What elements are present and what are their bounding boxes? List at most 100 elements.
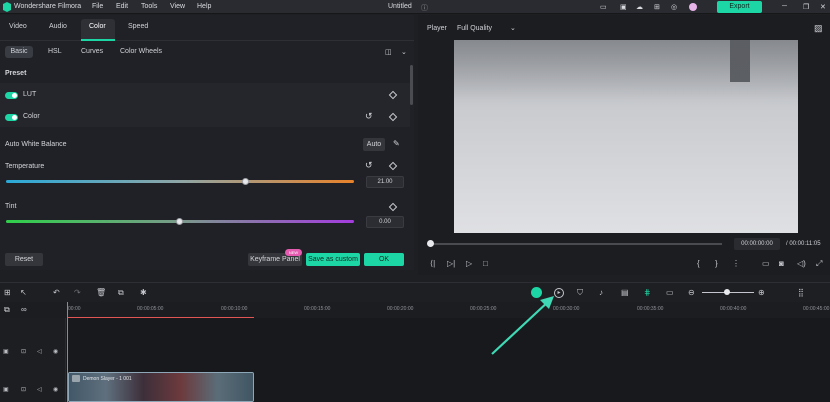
player-scrub-knob[interactable] (427, 240, 434, 247)
tick-label: 00:00:20:00 (387, 306, 414, 312)
lut-toggle[interactable] (5, 92, 18, 99)
auto-white-balance-button[interactable]: Auto (363, 138, 385, 151)
save-as-custom-button[interactable]: Save as custom (306, 253, 360, 266)
monitor-icon[interactable]: ▭ (600, 3, 607, 11)
mark-out-icon[interactable]: } (715, 259, 718, 268)
tint-keyframe-icon[interactable] (388, 202, 398, 212)
add-track-icon[interactable]: ⧉ (4, 305, 10, 315)
stop-icon[interactable]: □ (483, 259, 488, 268)
mark-in-icon[interactable]: { (697, 259, 700, 268)
eyedropper-icon[interactable]: ✎ (393, 139, 400, 148)
camera-icon[interactable]: ◙ (779, 259, 784, 268)
video-preview (454, 40, 798, 233)
save-icon[interactable]: ▣ (620, 3, 627, 11)
track1-type-icon: ▣ (3, 387, 9, 393)
undo-icon[interactable]: ↶ (53, 288, 60, 297)
player-label: Player (427, 25, 447, 32)
tab-speed[interactable]: Speed (128, 23, 148, 30)
maximize-icon[interactable]: ❐ (803, 3, 809, 11)
track2-eye-icon[interactable]: ◉ (53, 348, 58, 355)
tick-label: 00:00:35:00 (637, 306, 664, 312)
temperature-slider-knob[interactable] (242, 178, 250, 185)
voiceover-icon[interactable]: ▤ (621, 288, 629, 297)
subtab-color-wheels[interactable]: Color Wheels (120, 48, 162, 55)
menu-file[interactable]: File (92, 3, 103, 10)
new-badge: NEW (285, 249, 302, 256)
playhead[interactable] (67, 302, 68, 402)
quality-chevron-icon[interactable]: ⌄ (510, 24, 516, 32)
subtab-hsl[interactable]: HSL (48, 48, 62, 55)
tick-label: 00:00:15:00 (304, 306, 331, 312)
temperature-slider-track[interactable] (6, 180, 354, 183)
tab-video[interactable]: Video (9, 23, 27, 30)
display-icon[interactable]: ▭ (762, 259, 770, 268)
export-button[interactable]: Export (717, 1, 762, 13)
track1-mute-icon[interactable]: ◁ (37, 386, 42, 393)
fullscreen-icon[interactable]: ⤢ (816, 259, 822, 269)
temperature-reset-icon[interactable]: ↺ (365, 160, 373, 171)
avatar[interactable] (689, 3, 697, 11)
cloud-icon[interactable]: ☁ (636, 3, 643, 11)
link-icon[interactable]: ∞ (21, 305, 27, 314)
close-icon[interactable]: ✕ (820, 3, 826, 11)
temperature-keyframe-icon[interactable] (388, 161, 398, 171)
color-toggle[interactable] (5, 114, 18, 121)
caption-icon[interactable]: ▭ (666, 288, 674, 297)
crop-icon[interactable]: ⧉ (118, 288, 124, 298)
chevron-down-icon[interactable]: ⌄ (401, 48, 407, 56)
menu-tools[interactable]: Tools (141, 3, 157, 10)
tint-slider-knob[interactable] (176, 218, 183, 225)
headset-icon[interactable]: ◎ (671, 3, 677, 11)
player-scrub-bar[interactable] (428, 243, 722, 245)
layout-icon[interactable]: ⊞ (4, 288, 11, 297)
shield-icon[interactable]: ⛉ (577, 288, 583, 298)
subtab-curves[interactable]: Curves (81, 48, 103, 55)
tab-color[interactable]: Color (89, 23, 106, 30)
subtab-basic[interactable]: Basic (5, 46, 33, 58)
zoom-slider-knob[interactable] (724, 289, 730, 295)
redo-icon[interactable]: ↷ (74, 288, 81, 297)
annotation-arrow-icon (491, 296, 554, 355)
track2-lock-icon[interactable]: ⊡ (21, 348, 26, 355)
current-time[interactable]: 00:00:00:00 (734, 238, 780, 250)
compare-icon[interactable]: ◫ (385, 48, 392, 56)
grid-menu-icon[interactable]: ⣿ (798, 288, 804, 297)
menu-edit[interactable]: Edit (116, 3, 128, 10)
timeline-ruler[interactable]: 00:00 00:00:05:00 00:00:10:00 00:00:15:0… (0, 302, 830, 318)
panel-scrollbar[interactable] (410, 65, 413, 105)
ok-button[interactable]: OK (364, 253, 404, 266)
tick-label: 00:00:45:00 (803, 306, 830, 312)
zoom-out-icon[interactable]: ⊖ (688, 288, 695, 297)
gift-icon[interactable]: ⊞ (654, 3, 660, 11)
minimize-icon[interactable]: ─ (782, 3, 787, 10)
quality-select[interactable]: Full Quality (457, 25, 492, 32)
menu-help[interactable]: Help (197, 3, 211, 10)
app-name: Wondershare Filmora (14, 3, 82, 10)
reset-button[interactable]: Reset (5, 253, 43, 266)
delete-icon[interactable]: 🗑 (96, 288, 106, 297)
track1-lock-icon[interactable]: ⊡ (21, 386, 26, 393)
select-tool-icon[interactable]: ↖ (20, 288, 27, 297)
color-reset-icon[interactable]: ↺ (365, 111, 373, 122)
adjust-icon[interactable]: ✱ (140, 288, 147, 297)
info-icon[interactable]: ⓘ (421, 3, 428, 13)
temperature-value-field[interactable]: 21.00 (366, 176, 404, 188)
more-icon[interactable]: ⋮ (732, 259, 740, 268)
snap-icon[interactable]: ⋕ (644, 288, 651, 297)
lut-label: LUT (23, 91, 37, 98)
track2-mute-icon[interactable]: ◁ (37, 348, 42, 355)
tint-value-field[interactable]: 0.00 (366, 216, 404, 228)
play-icon[interactable]: ▷ (466, 259, 472, 268)
snapshot-view-icon[interactable]: ▨ (814, 23, 823, 34)
track1-eye-icon[interactable]: ◉ (53, 386, 58, 393)
play-prev-icon[interactable]: ▷| (447, 259, 455, 268)
prev-frame-icon[interactable]: ⟨| (430, 259, 435, 268)
zoom-in-icon[interactable]: ⊕ (758, 288, 765, 297)
tab-audio[interactable]: Audio (49, 23, 67, 30)
microphone-icon[interactable]: ♪ (599, 288, 603, 297)
volume-icon[interactable]: ◁) (797, 259, 806, 268)
tint-label: Tint (5, 203, 17, 210)
menu-view[interactable]: View (170, 3, 185, 10)
render-bar (68, 317, 254, 318)
video-clip[interactable]: Demon Slayer - 1 001 (68, 372, 254, 402)
